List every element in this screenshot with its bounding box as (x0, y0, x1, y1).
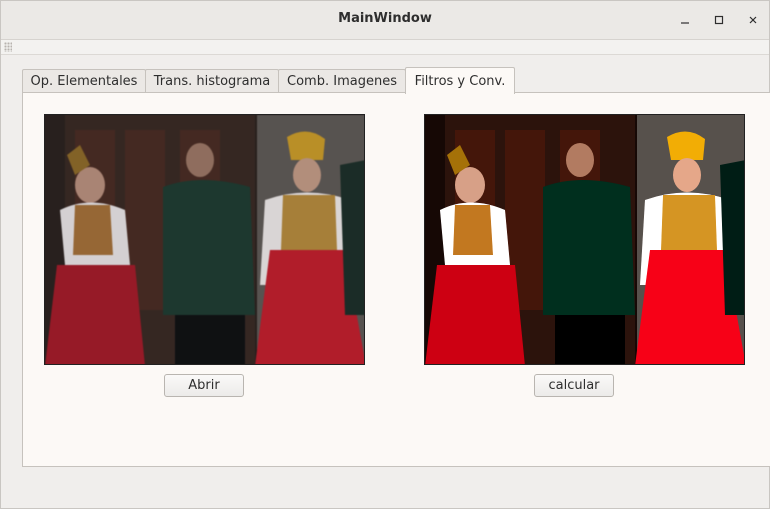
window-title: MainWindow (338, 11, 432, 26)
tab-filtros-conv[interactable]: Filtros y Conv. (405, 67, 515, 94)
maximize-icon[interactable] (709, 10, 729, 30)
tab-op-elementales[interactable]: Op. Elementales (22, 69, 146, 93)
main-window: MainWindow Op. Elementales Trans. histog… (0, 0, 770, 509)
tab-trans-histograma[interactable]: Trans. histograma (145, 69, 279, 93)
title-bar[interactable]: MainWindow (1, 1, 769, 40)
open-button[interactable]: Abrir (164, 374, 244, 397)
minimize-icon[interactable] (675, 10, 695, 30)
calculate-button[interactable]: calcular (534, 374, 614, 397)
source-image (44, 114, 365, 365)
close-icon[interactable] (743, 10, 763, 30)
toolbar-grip-handle[interactable] (4, 42, 12, 52)
toolbar (1, 40, 769, 55)
tab-comb-imagenes[interactable]: Comb. Imagenes (278, 69, 406, 93)
result-image (424, 114, 745, 365)
